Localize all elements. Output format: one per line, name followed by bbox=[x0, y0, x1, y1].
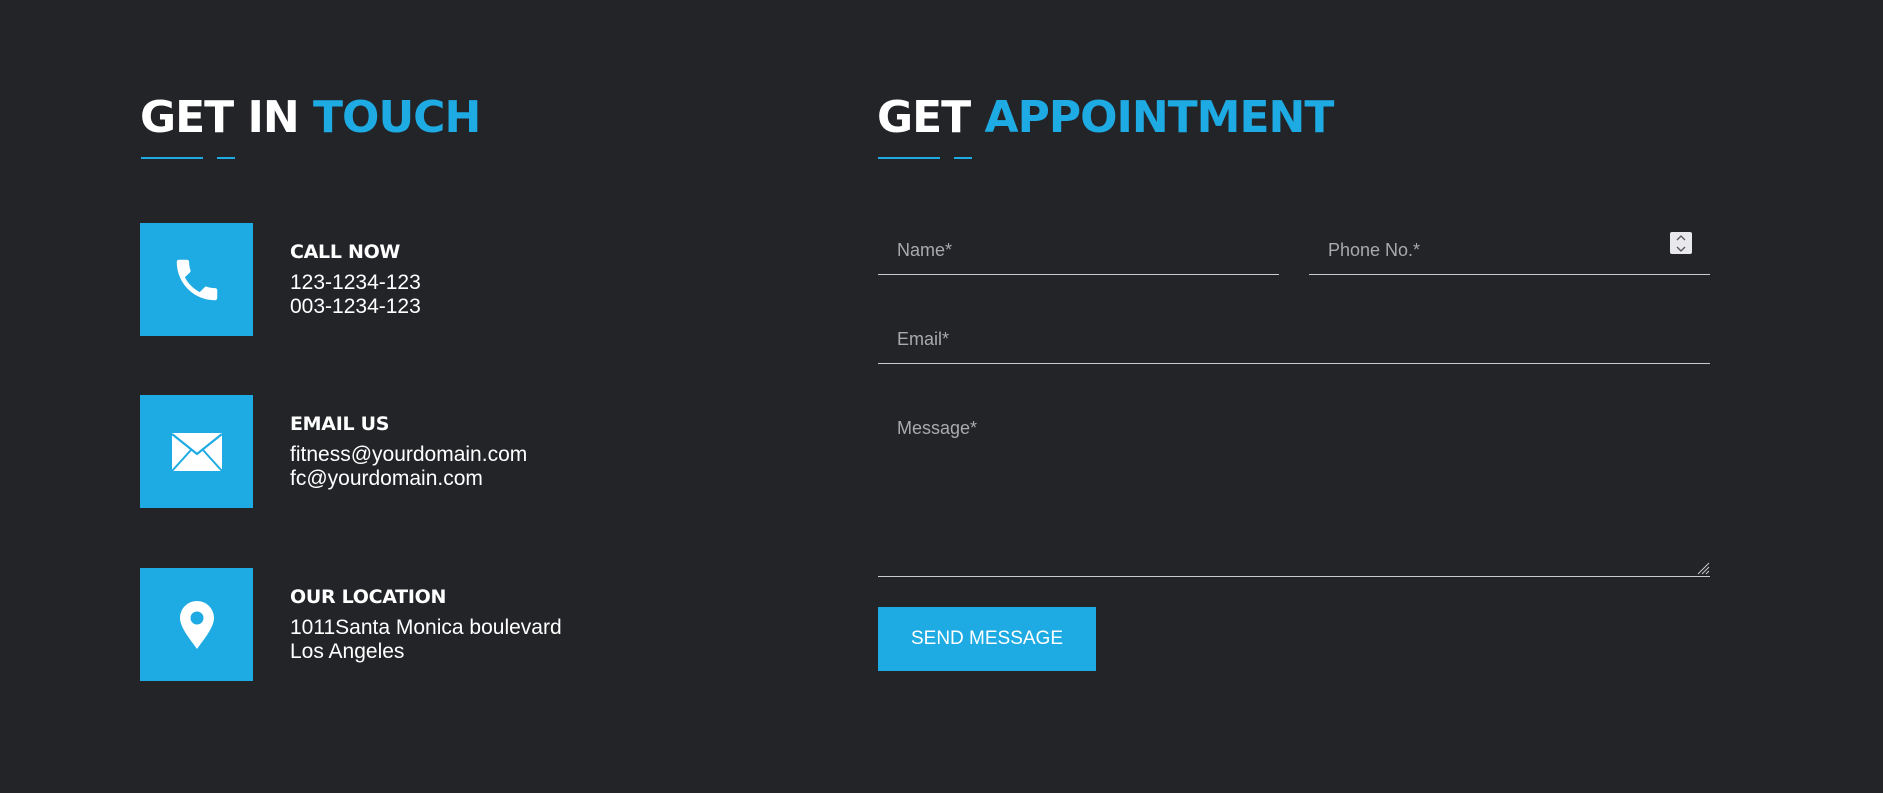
address-line-2: Los Angeles bbox=[290, 640, 405, 663]
phone-number-1: 123-1234-123 bbox=[290, 271, 421, 294]
underline-short-bar bbox=[217, 157, 235, 159]
title-accent-part: APPOINTMENT bbox=[984, 92, 1335, 143]
contact-text-call: CALL NOW 123-1234-123 003-1234-123 bbox=[290, 240, 421, 319]
contact-text-email: EMAIL US fitness@yourdomain.com fc@yourd… bbox=[290, 412, 527, 491]
contact-heading: OUR LOCATION bbox=[290, 586, 447, 608]
email-input[interactable]: Email* bbox=[878, 318, 1710, 364]
title-underline-decoration bbox=[878, 157, 972, 159]
contact-item-email: EMAIL US fitness@yourdomain.com fc@yourd… bbox=[140, 395, 740, 508]
title-white-part: GET bbox=[877, 92, 971, 143]
envelope-icon bbox=[170, 432, 223, 472]
get-appointment-title: GET APPOINTMENT bbox=[877, 92, 1335, 144]
contact-item-call: CALL NOW 123-1234-123 003-1234-123 bbox=[140, 223, 740, 336]
contact-item-location: OUR LOCATION 1011Santa Monica boulevard … bbox=[140, 568, 740, 681]
email-address-2: fc@yourdomain.com bbox=[290, 467, 483, 490]
title-white-part: GET IN bbox=[140, 92, 300, 143]
map-pin-icon-box bbox=[140, 568, 253, 681]
message-textarea[interactable]: Message* bbox=[878, 407, 1710, 577]
underline-short-bar bbox=[954, 157, 972, 159]
spinner-down-button[interactable] bbox=[1670, 243, 1692, 254]
chevron-down-icon bbox=[1676, 246, 1686, 252]
spinner-up-button[interactable] bbox=[1670, 232, 1692, 243]
contact-heading: EMAIL US bbox=[290, 413, 390, 435]
name-input[interactable]: Name* bbox=[878, 229, 1279, 275]
title-accent-part: TOUCH bbox=[313, 92, 481, 143]
phone-icon-box bbox=[140, 223, 253, 336]
address-line-1: 1011Santa Monica boulevard bbox=[290, 616, 562, 639]
contact-page: GET IN TOUCH CALL NOW 123-1234-123 003-1… bbox=[0, 0, 1883, 793]
title-underline-decoration bbox=[141, 157, 235, 159]
map-pin-icon bbox=[179, 600, 214, 649]
envelope-icon-box bbox=[140, 395, 253, 508]
name-placeholder: Name* bbox=[897, 240, 953, 260]
resize-grip-icon[interactable] bbox=[1694, 559, 1710, 575]
phone-number-2: 003-1234-123 bbox=[290, 295, 421, 318]
contact-text-location: OUR LOCATION 1011Santa Monica boulevard … bbox=[290, 585, 562, 664]
phone-icon bbox=[176, 259, 217, 300]
contact-heading: CALL NOW bbox=[290, 241, 401, 263]
send-message-button[interactable]: SEND MESSAGE bbox=[878, 607, 1096, 671]
underline-long-bar bbox=[878, 157, 940, 159]
underline-long-bar bbox=[141, 157, 203, 159]
chevron-up-icon bbox=[1676, 234, 1686, 240]
email-placeholder: Email* bbox=[897, 329, 950, 349]
message-placeholder: Message* bbox=[897, 418, 978, 438]
number-spinner[interactable] bbox=[1670, 232, 1692, 254]
email-address-1: fitness@yourdomain.com bbox=[290, 443, 528, 466]
phone-input[interactable]: Phone No.* bbox=[1309, 229, 1710, 275]
get-in-touch-title: GET IN TOUCH bbox=[140, 92, 481, 144]
phone-placeholder: Phone No.* bbox=[1328, 240, 1421, 260]
